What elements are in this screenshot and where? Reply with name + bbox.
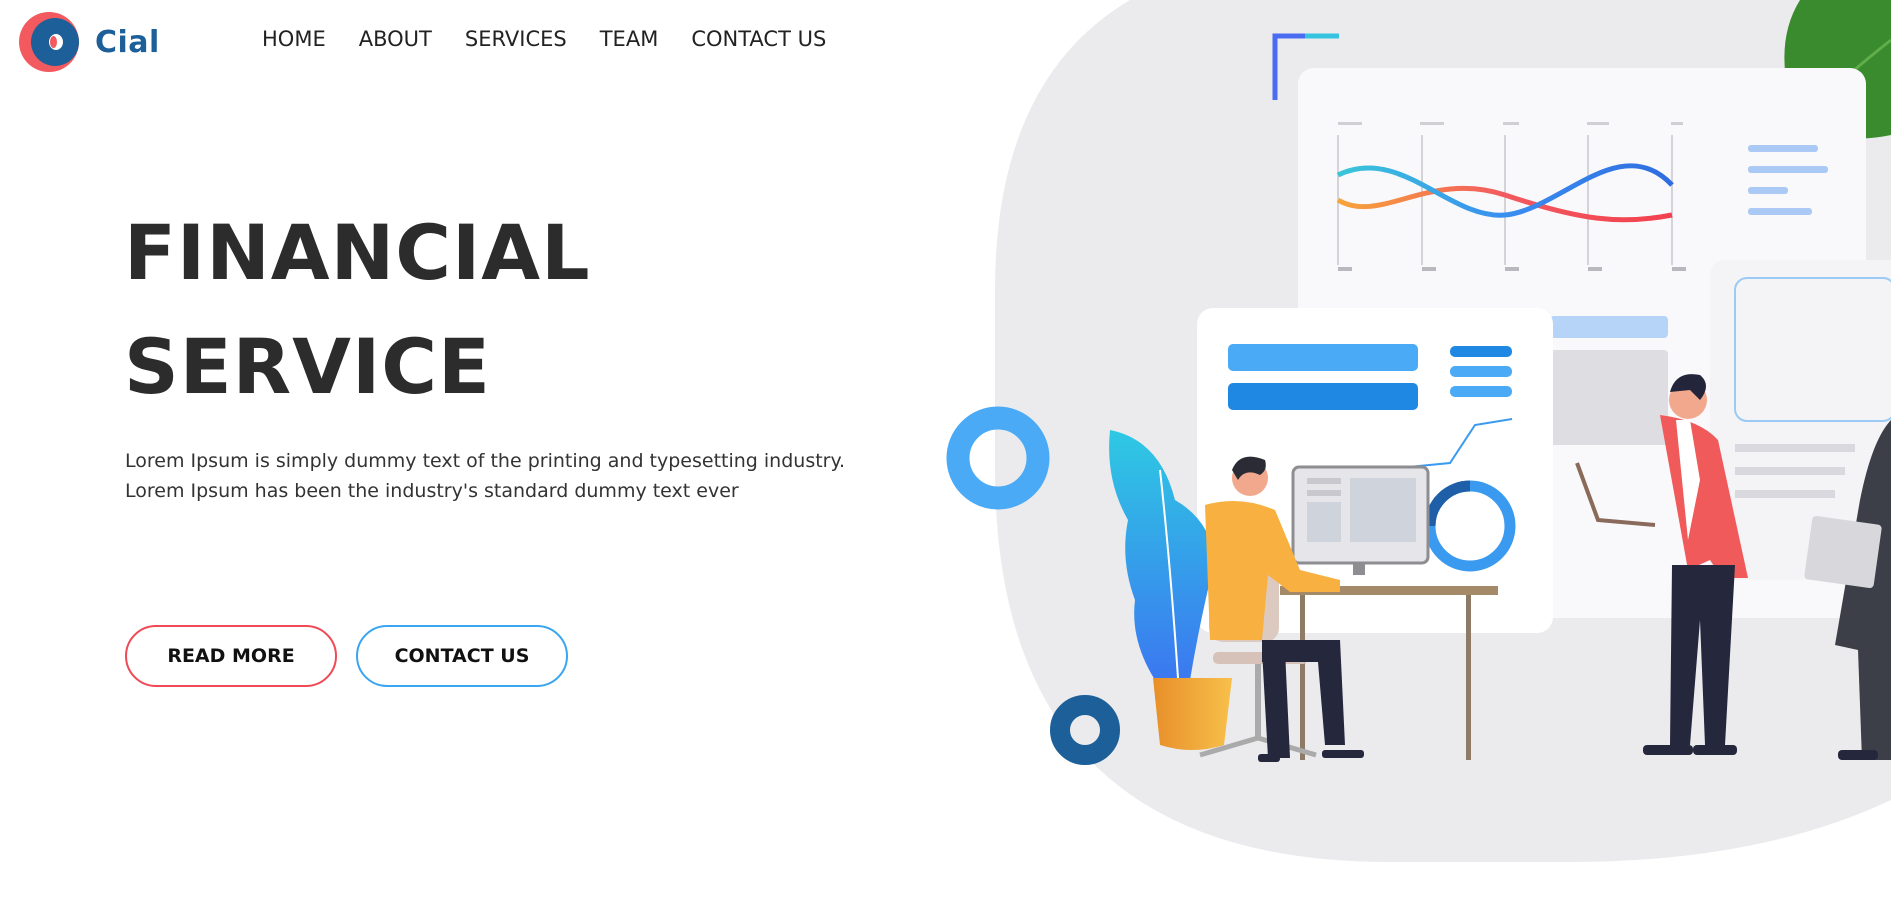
nav-item-about[interactable]: ABOUT <box>359 27 432 51</box>
background-blob <box>995 0 1891 862</box>
corner-bracket-decoration <box>1272 33 1339 100</box>
plant-icon <box>1109 430 1232 750</box>
read-more-button[interactable]: READ MORE <box>125 625 337 687</box>
dashboard-panel <box>1298 68 1866 618</box>
desk-monitor <box>1280 465 1498 760</box>
small-ring-icon <box>1050 695 1120 765</box>
nav-item-home[interactable]: HOME <box>262 27 326 51</box>
standing-person <box>1575 374 1748 755</box>
nav-item-team[interactable]: TEAM <box>600 27 659 51</box>
leaf-decoration <box>1784 0 1891 139</box>
logo-mark-icon <box>19 10 83 74</box>
hero-title-line1: FINANCIAL <box>124 208 591 297</box>
chart-icon <box>1336 122 1686 271</box>
brand-logo[interactable]: Cial <box>19 10 160 74</box>
nav-item-services[interactable]: SERVICES <box>465 27 567 51</box>
main-nav: HOME ABOUT SERVICES TEAM CONTACT US <box>262 27 859 51</box>
hero-title: FINANCIAL SERVICE <box>124 196 591 424</box>
hero-text-line2: Lorem Ipsum has been the industry's stan… <box>125 480 739 502</box>
front-panel <box>1197 308 1553 633</box>
ring-icon <box>946 406 1050 510</box>
brand-name: Cial <box>95 24 160 60</box>
hero-text-line1: Lorem Ipsum is simply dummy text of the … <box>125 450 846 472</box>
hero-description: Lorem Ipsum is simply dummy text of the … <box>125 446 905 506</box>
right-card <box>1710 260 1891 580</box>
edge-person <box>1804 420 1891 760</box>
contact-us-button[interactable]: CONTACT US <box>356 625 568 687</box>
hero-title-line2: SERVICE <box>124 322 491 411</box>
nav-item-contact[interactable]: CONTACT US <box>691 27 826 51</box>
seated-person <box>1199 456 1364 762</box>
